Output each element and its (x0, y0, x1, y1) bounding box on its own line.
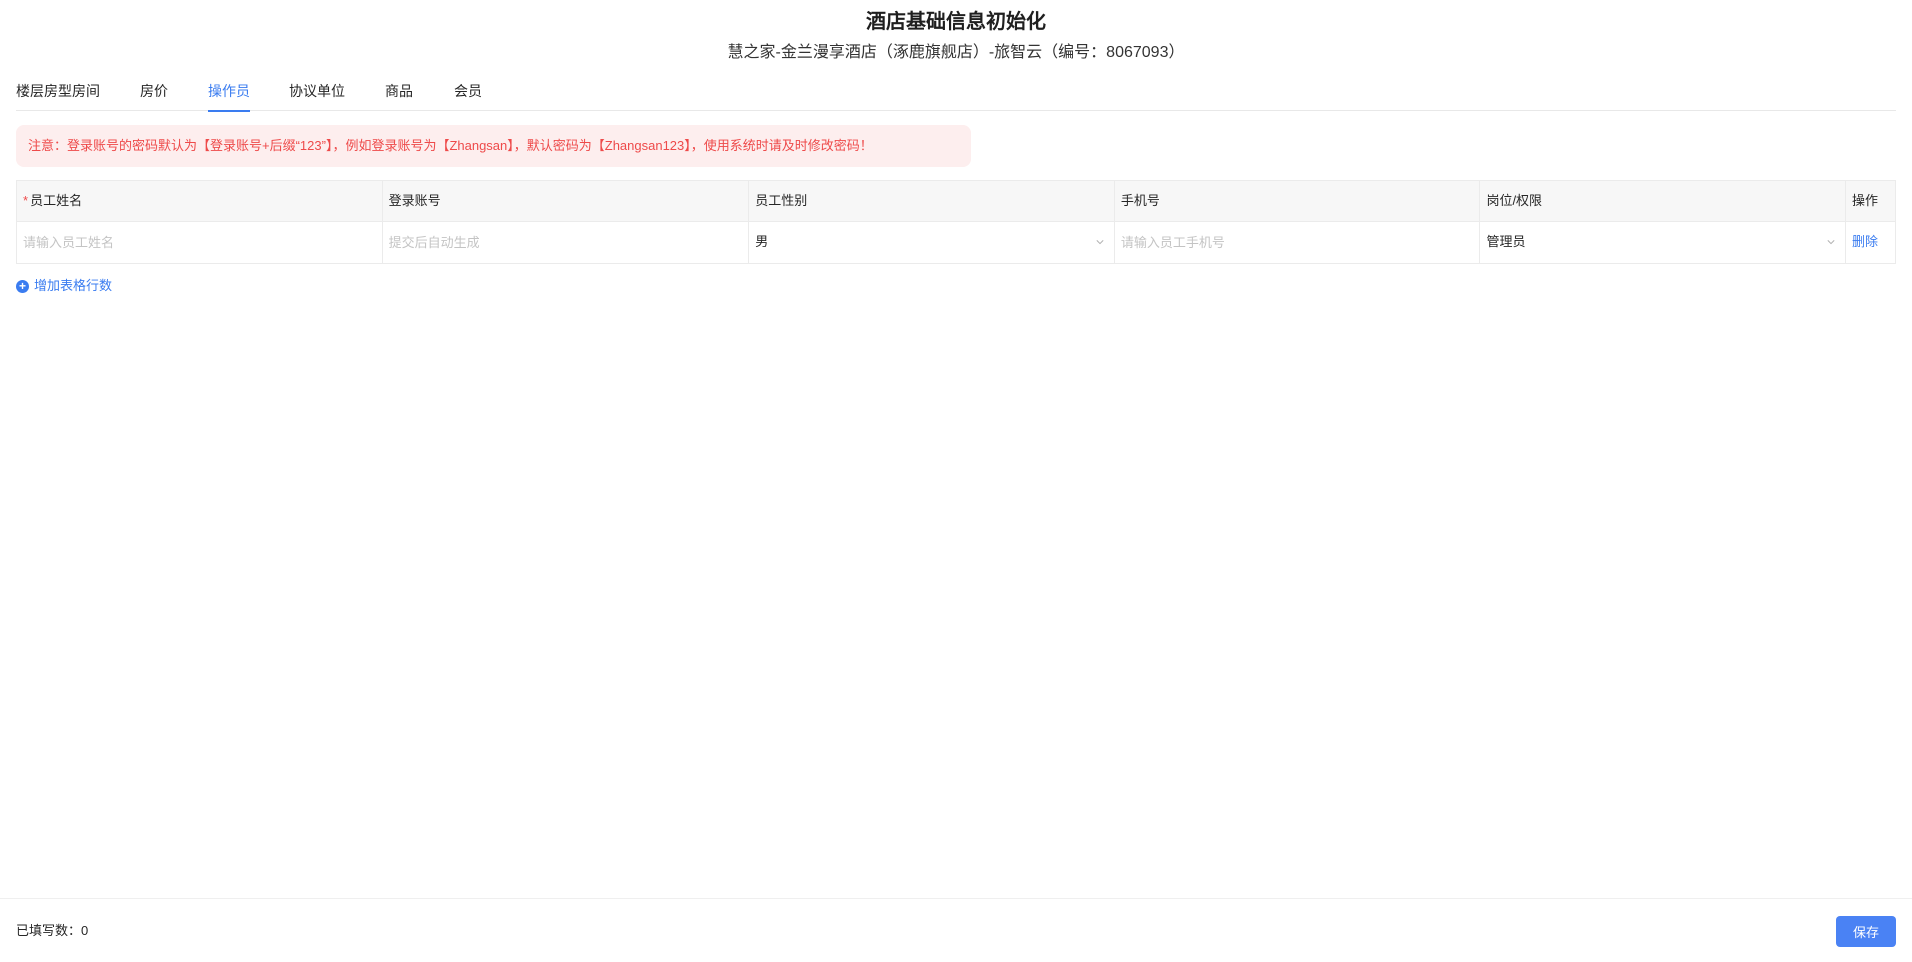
plus-circle-icon: + (16, 279, 29, 293)
chevron-down-icon (1827, 240, 1835, 245)
password-notice: 注意：登录账号的密码默认为【登录账号+后缀“123”】，例如登录账号为【Zhan… (16, 125, 971, 167)
phone-input[interactable] (1120, 222, 1480, 262)
tab-bar: 楼层房型房间 房价 操作员 协议单位 商品 会员 (16, 80, 1896, 112)
employee-name-input[interactable] (23, 222, 382, 262)
add-table-row-button[interactable]: + 增加表格行数 (16, 277, 112, 295)
filled-count: 已填写数：0 (16, 923, 89, 938)
tab-operators-label: 操作员 (208, 83, 250, 99)
gender-select[interactable]: 男 (749, 222, 1115, 263)
active-tab-indicator (208, 110, 250, 112)
tab-operators[interactable]: 操作员 (208, 80, 250, 112)
tab-agreement-units[interactable]: 协议单位 (289, 80, 345, 111)
tab-room-price[interactable]: 房价 (140, 80, 168, 111)
column-header-name: * 员工姓名 (17, 181, 383, 221)
hotel-init-page: 酒店基础信息初始化 慧之家-金兰漫享酒店（涿鹿旗舰店）-旅智云（编号：80670… (0, 0, 1912, 962)
chevron-down-icon (1096, 240, 1104, 245)
name-cell (17, 222, 383, 263)
action-cell: 删除 (1846, 222, 1895, 263)
column-header-role: 岗位/权限 (1480, 181, 1847, 221)
tab-floor-room-type[interactable]: 楼层房型房间 (16, 80, 100, 111)
tab-members[interactable]: 会员 (454, 80, 482, 111)
column-label: 员工姓名 (30, 193, 83, 208)
page-title: 酒店基础信息初始化 (866, 11, 1046, 33)
save-button[interactable]: 保存 (1836, 916, 1896, 947)
column-header-gender: 员工性别 (749, 181, 1115, 221)
delete-row-link[interactable]: 删除 (1852, 234, 1878, 249)
phone-cell (1115, 222, 1481, 263)
role-select[interactable]: 管理员 (1480, 222, 1847, 263)
column-header-account: 登录账号 (383, 181, 750, 221)
footer-bar: 已填写数：0 保存 (0, 898, 1912, 962)
gender-value: 男 (755, 234, 769, 249)
account-cell (383, 222, 750, 263)
column-header-phone: 手机号 (1115, 181, 1481, 221)
login-account-input (388, 222, 749, 262)
required-mark: * (23, 193, 29, 208)
table-header: * 员工姓名 登录账号 员工性别 手机号 岗位/权限 操作 (17, 181, 1895, 222)
tab-goods[interactable]: 商品 (385, 80, 413, 111)
role-value: 管理员 (1486, 234, 1526, 249)
operator-table: *员工姓名 登录账号 员工性别 手机号 岗位/权限 操作 男 (16, 180, 1896, 264)
table-row: 男 管理员 删除 (17, 222, 1895, 263)
hotel-subtitle: 慧之家-金兰漫享酒店（涿鹿旗舰店）-旅智云（编号：8067093） (727, 44, 1185, 61)
column-header-action: 操作 (1852, 193, 1879, 208)
add-row-label: 增加表格行数 (34, 278, 113, 293)
